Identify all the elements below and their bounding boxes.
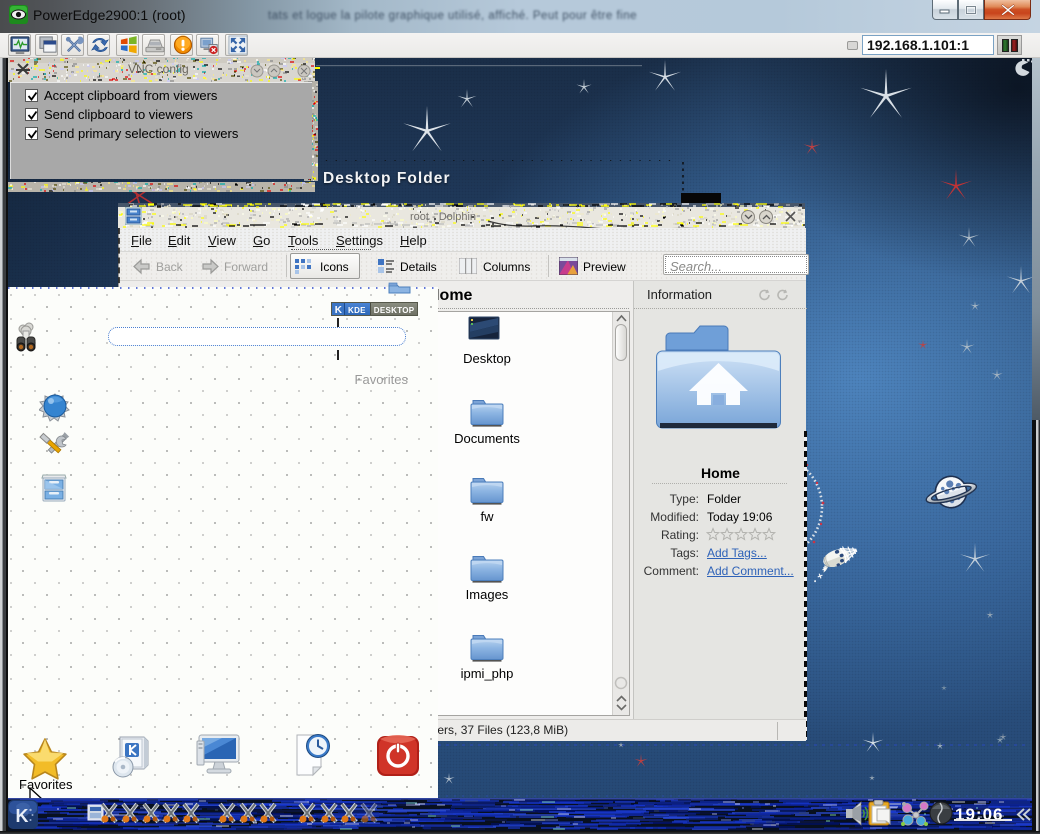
svg-text:K: K bbox=[16, 806, 29, 826]
svg-text:VNC config: VNC config bbox=[128, 62, 189, 76]
svg-text:root - Dolphin: root - Dolphin bbox=[410, 211, 476, 223]
svg-text:K: K bbox=[335, 305, 343, 315]
